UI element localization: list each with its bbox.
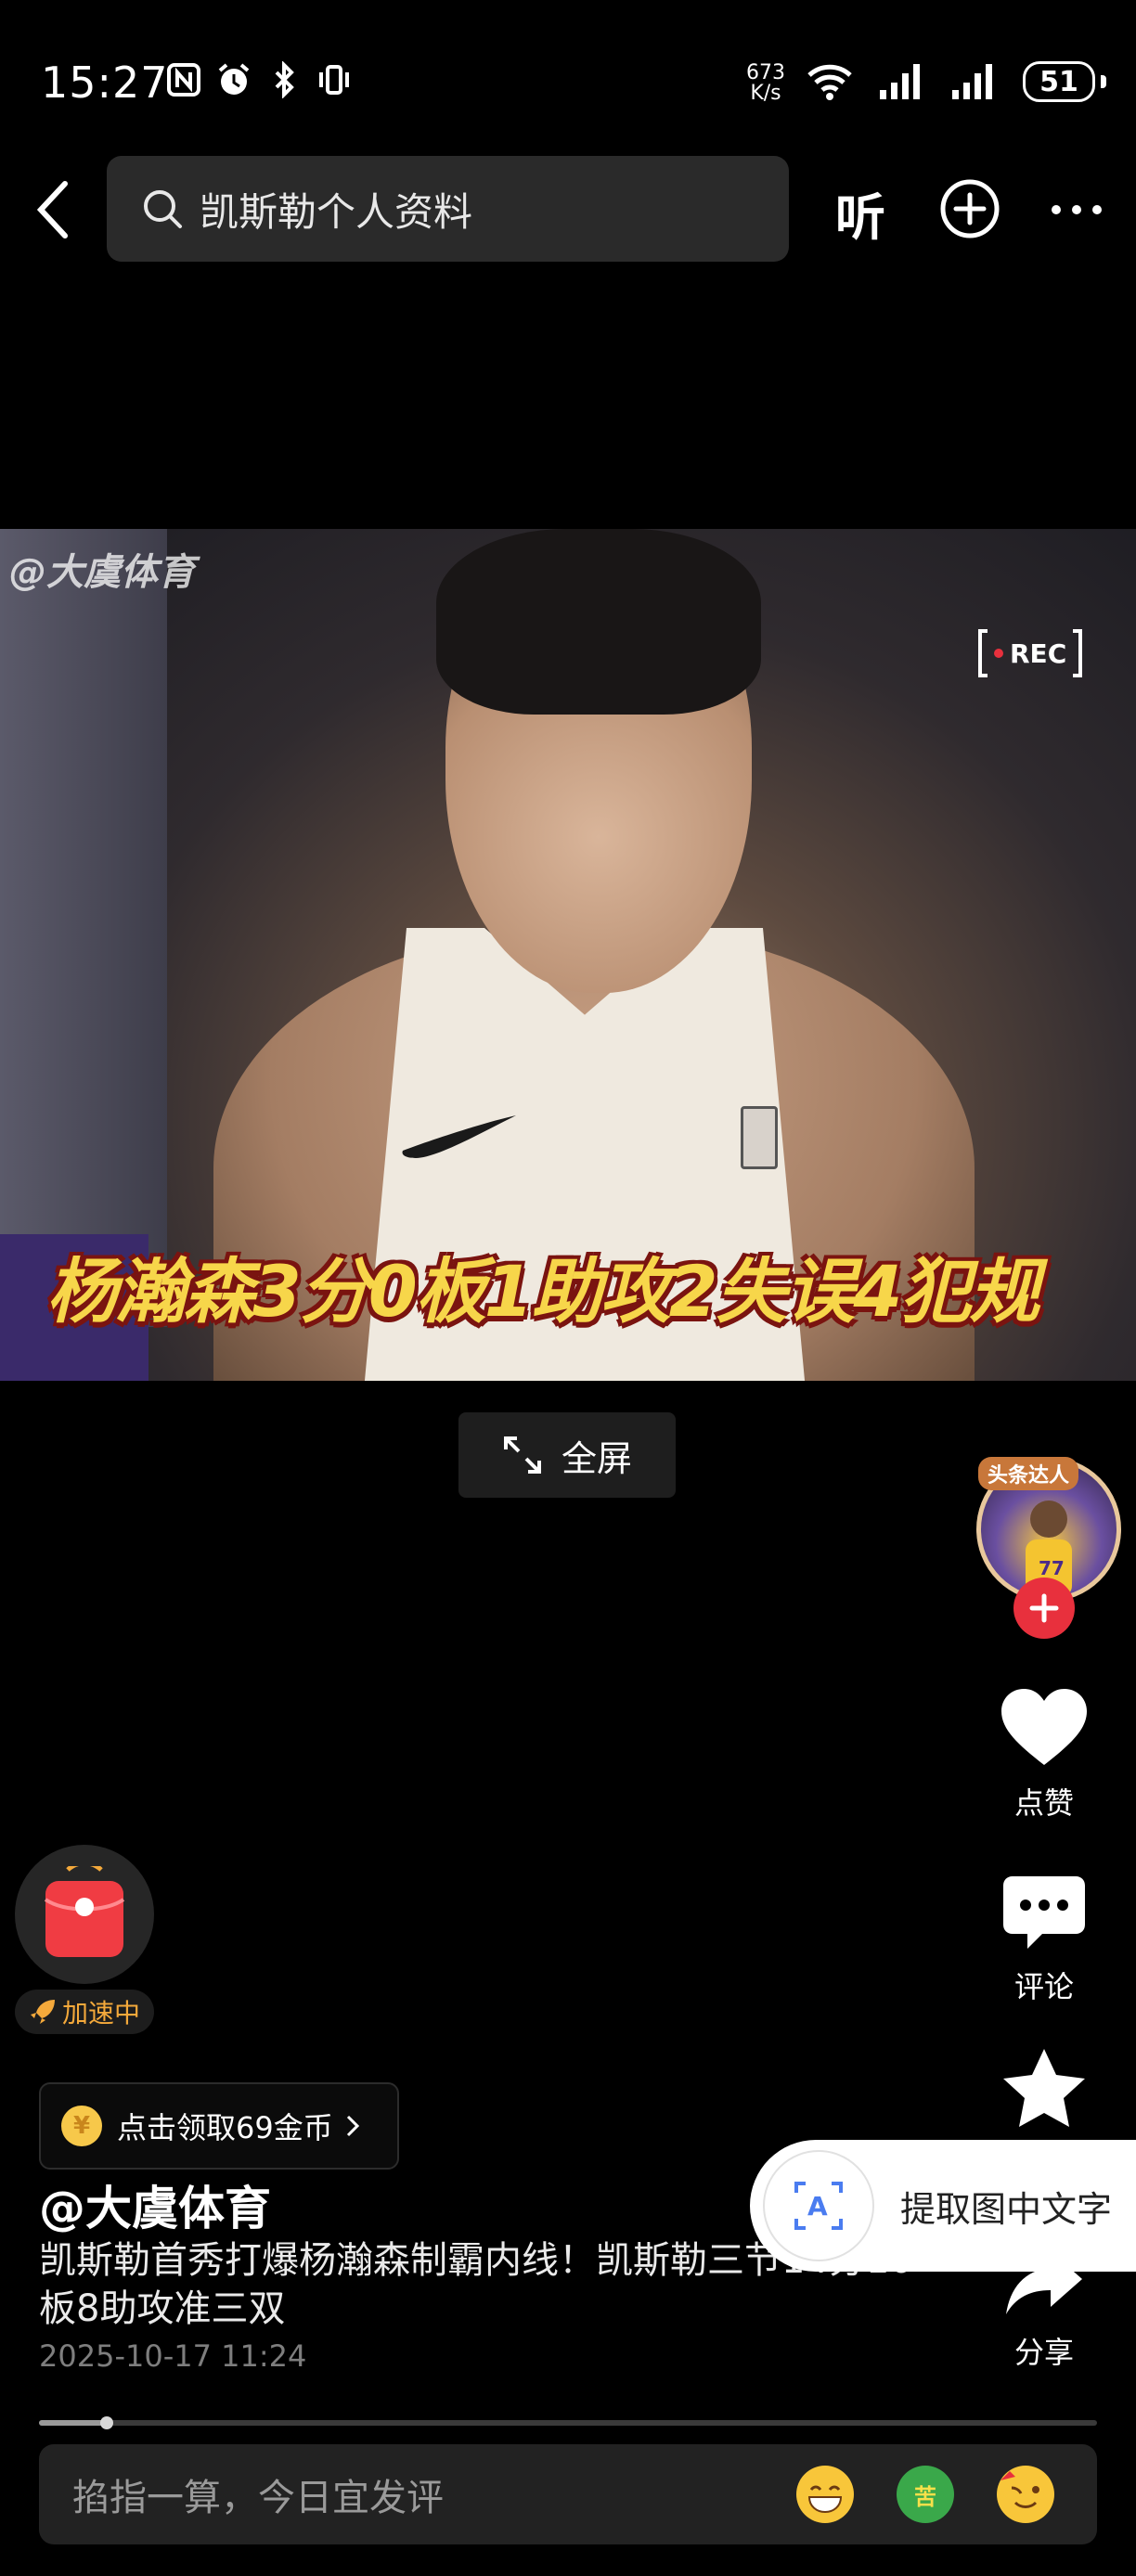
avatar-badge: 头条达人 xyxy=(978,1457,1079,1490)
author-name[interactable]: @大虞体育 xyxy=(39,2171,271,2238)
battery-tip xyxy=(1101,75,1106,88)
wifi-icon xyxy=(807,64,852,100)
rec-label: REC xyxy=(1010,638,1066,669)
video-watermark: @大虞体育 xyxy=(9,551,195,594)
status-time: 15:27 xyxy=(41,58,169,108)
alarm-icon xyxy=(218,63,250,95)
comment-icon xyxy=(1003,1876,1085,1949)
network-speed-value: 673 xyxy=(746,61,785,84)
rocket-icon xyxy=(30,2000,55,2024)
back-button[interactable] xyxy=(26,173,82,247)
signal-icon-2 xyxy=(952,64,992,99)
post-date: 2025-10-17 11:24 xyxy=(39,2338,307,2374)
network-speed: 673 K/s xyxy=(746,63,785,104)
search-box[interactable]: 凯斯勒个人资料 xyxy=(107,156,789,262)
battery-level: 51 xyxy=(1039,65,1078,98)
fullscreen-label: 全屏 xyxy=(561,1437,632,1479)
svg-text:A: A xyxy=(807,2191,828,2222)
red-packet-icon xyxy=(44,1866,125,1957)
bluetooth-icon xyxy=(275,61,294,98)
wink-emoji-icon[interactable] xyxy=(997,2466,1054,2523)
ocr-icon: A xyxy=(763,2150,874,2261)
progress-knob[interactable] xyxy=(99,2416,113,2429)
follow-button[interactable] xyxy=(1013,1578,1075,1639)
favorite-button[interactable] xyxy=(984,2047,1104,2132)
chevron-right-icon xyxy=(346,2115,359,2137)
chevron-left-icon xyxy=(36,181,68,238)
like-label: 点赞 xyxy=(1013,1785,1074,1821)
comment-button[interactable]: 评论 xyxy=(984,1874,1104,2006)
status-icons xyxy=(165,61,353,98)
more-icon[interactable] xyxy=(1049,189,1104,230)
share-label: 分享 xyxy=(1013,2335,1074,2370)
video-progress-bar[interactable] xyxy=(39,2416,1097,2429)
expand-icon xyxy=(503,1436,541,1474)
signal-icon-1 xyxy=(880,64,920,99)
star-icon xyxy=(1003,2049,1085,2127)
bitter-melon-emoji-icon[interactable]: 苦 xyxy=(897,2466,954,2523)
video-background-panel xyxy=(0,529,167,1327)
nike-logo-icon xyxy=(402,1115,516,1158)
comment-placeholder: 掐指一算，今日宜发评 xyxy=(72,2477,444,2519)
progress-fill xyxy=(39,2420,107,2426)
video-caption: 杨瀚森3分0板1助攻2失误4犯规 xyxy=(46,1250,1039,1333)
comment-label: 评论 xyxy=(1013,1969,1074,2004)
rec-indicator: REC xyxy=(978,629,1082,677)
accelerating-badge: 加速中 xyxy=(15,1990,154,2034)
like-button[interactable]: 点赞 xyxy=(984,1687,1104,1823)
extract-text-label: 提取图中文字 xyxy=(900,2188,1113,2230)
claim-coins-button[interactable]: ¥ 点击领取69金币 xyxy=(39,2082,399,2170)
red-packet-button[interactable] xyxy=(15,1845,154,1984)
coin-icon: ¥ xyxy=(61,2106,102,2146)
battery-indicator: 51 xyxy=(1023,61,1095,102)
search-text: 凯斯勒个人资料 xyxy=(200,188,473,235)
network-speed-unit: K/s xyxy=(750,82,781,105)
heart-icon xyxy=(1001,1689,1087,1765)
comment-input-bar[interactable]: 掐指一算，今日宜发评 苦 xyxy=(39,2444,1097,2544)
claim-coins-label: 点击领取69金币 xyxy=(117,2110,333,2145)
status-right: 51 xyxy=(806,61,1106,102)
add-circle-icon[interactable] xyxy=(939,178,1000,239)
extract-text-button[interactable]: A 提取图中文字 xyxy=(750,2140,1136,2272)
video-player[interactable]: @大虞体育 REC 杨瀚森3分0板1助攻2失误4犯规 xyxy=(0,529,1136,1381)
plus-icon xyxy=(1029,1593,1059,1623)
accelerating-label: 加速中 xyxy=(61,1998,140,2029)
svg-text:77: 77 xyxy=(1039,1557,1065,1579)
grin-emoji-icon[interactable] xyxy=(796,2466,854,2523)
fullscreen-button[interactable]: 全屏 xyxy=(458,1412,676,1498)
nfc-icon xyxy=(167,63,200,97)
search-icon xyxy=(144,190,182,228)
listen-button[interactable]: 听 xyxy=(835,176,885,250)
video-player-hair xyxy=(436,529,761,715)
vibrate-icon xyxy=(319,65,349,95)
nba-logo-icon xyxy=(741,1106,778,1169)
